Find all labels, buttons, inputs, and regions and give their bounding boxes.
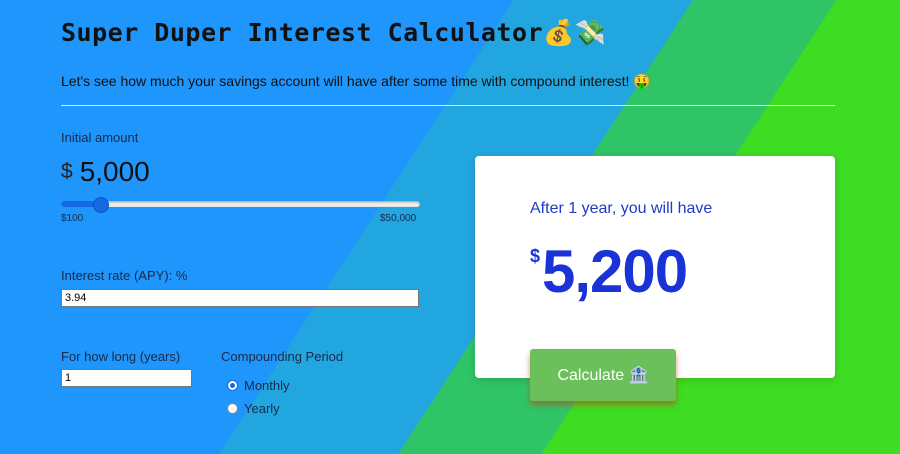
duration-input[interactable] [61,369,192,387]
divider [61,105,835,106]
page-title: Super Duper Interest Calculator💰💸 [61,18,607,47]
result-currency-symbol: $ [530,246,541,266]
initial-amount-slider[interactable] [61,197,420,213]
slider-fill [61,201,97,207]
calculate-button[interactable]: Calculate 🏦 [530,349,676,401]
initial-amount-display: $ 5,000 [61,156,150,188]
radio-label-yearly: Yearly [244,401,280,416]
radio-option-yearly[interactable]: Yearly [227,401,280,416]
result-value: 5,200 [542,238,688,305]
initial-amount-label: Initial amount [61,130,139,145]
radio-button-monthly[interactable] [227,380,238,391]
currency-symbol: $ [61,160,73,183]
page-subtitle: Let's see how much your savings account … [61,73,651,89]
duration-label: For how long (years) [61,349,181,364]
result-label: After 1 year, you will have [530,200,713,217]
interest-rate-label: Interest rate (APY): % [61,268,188,283]
radio-button-yearly[interactable] [227,403,238,414]
slider-thumb[interactable] [93,197,110,213]
slider-max-label: $50,000 [380,213,417,224]
initial-amount-value: 5,000 [79,156,150,187]
compounding-label: Compounding Period [221,349,344,364]
radio-label-monthly: Monthly [244,378,290,393]
slider-min-label: $100 [61,213,84,224]
radio-option-monthly[interactable]: Monthly [227,378,290,393]
result-amount: $ 5,200 [530,238,688,305]
interest-rate-input[interactable] [61,289,419,307]
result-card: After 1 year, you will have $ 5,200 [475,156,835,378]
